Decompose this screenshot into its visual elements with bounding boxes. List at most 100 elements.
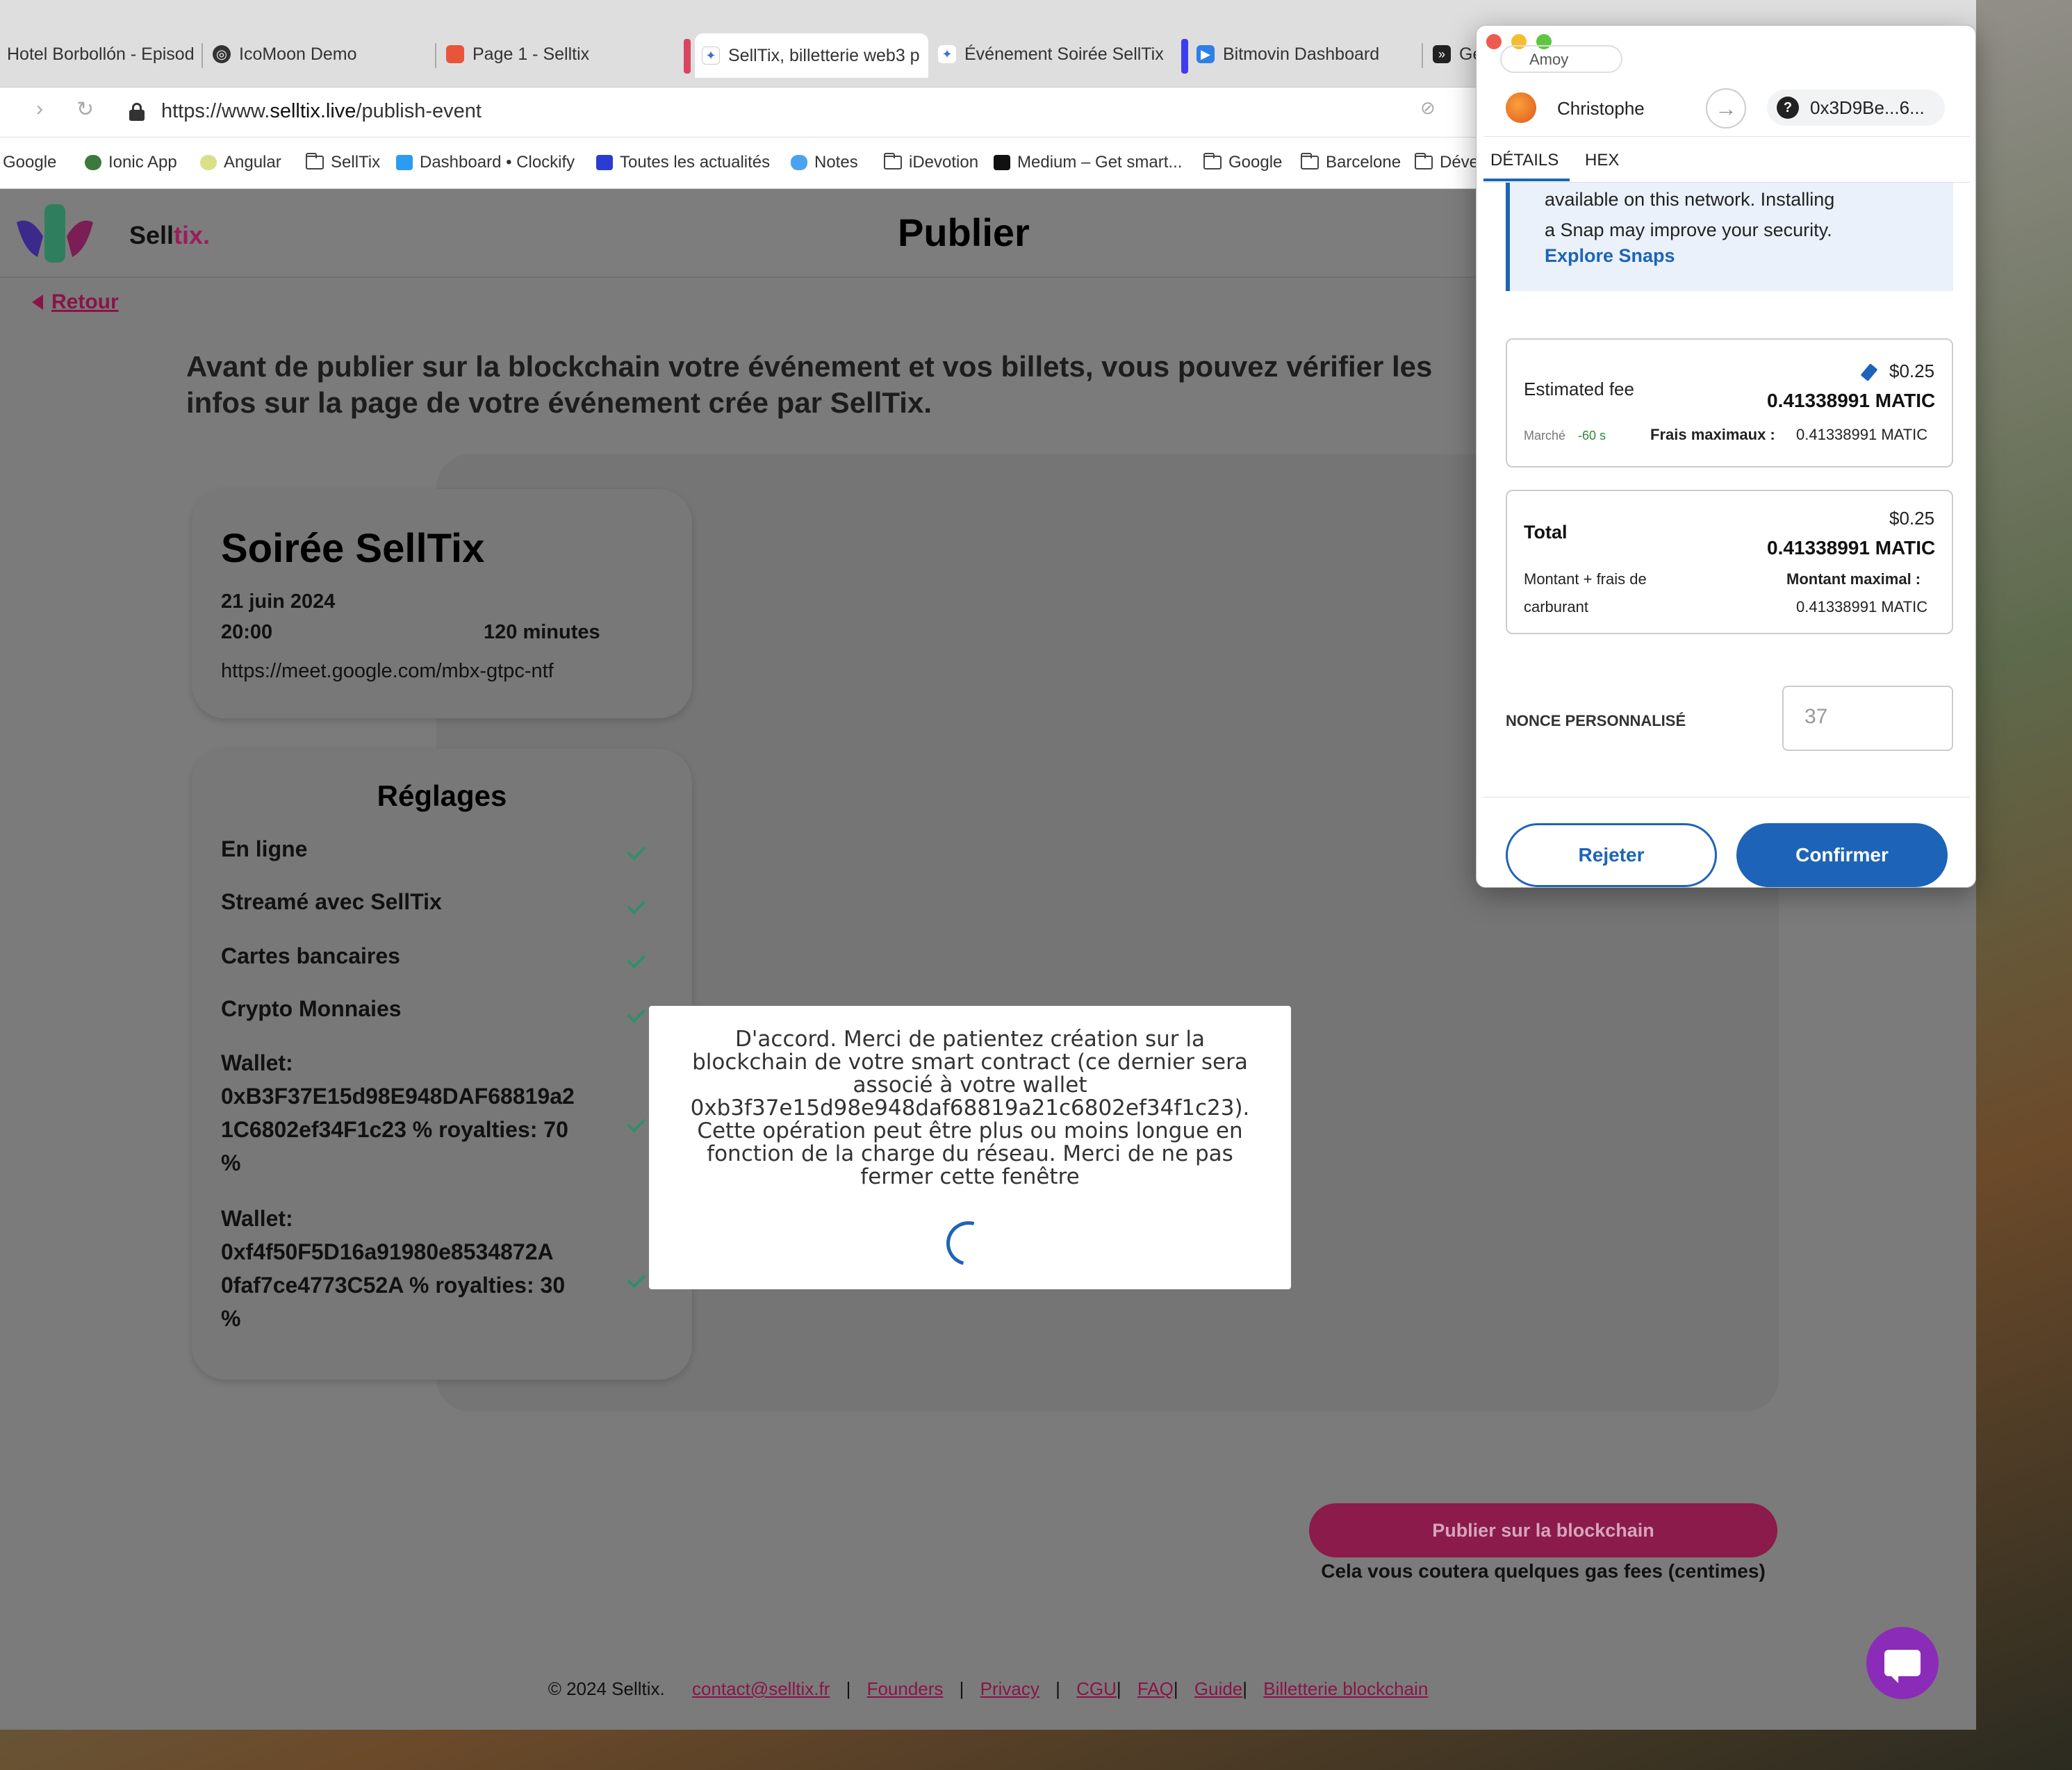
tab-selltix-active[interactable]: ✦ SellTix, billetterie web3 p	[695, 33, 928, 78]
footer-founders-link[interactable]: Founders	[867, 1678, 944, 1699]
bookmark-label: Barcelone	[1326, 153, 1401, 172]
question-icon: ?	[1777, 97, 1799, 119]
wallet-label: Wallet:	[221, 1206, 293, 1231]
chat-button[interactable]	[1866, 1627, 1939, 1699]
tab-details[interactable]: DÉTAILS	[1490, 151, 1559, 170]
bookmark-google-folder[interactable]: Google	[1203, 153, 1282, 172]
nonce-label: NONCE PERSONNALISÉ	[1506, 712, 1686, 729]
tab-group-marker	[1181, 39, 1188, 74]
footer-guide-link[interactable]: Guide	[1194, 1678, 1242, 1699]
event-title: Soirée SellTix	[221, 526, 485, 571]
reload-icon[interactable]: ↻	[76, 97, 94, 122]
tab-title: SellTix, billetterie web3 p	[728, 45, 920, 65]
destination-address[interactable]: ? 0x3D9Be...6...	[1767, 90, 1945, 126]
bookmark-label: Notes	[814, 153, 858, 172]
tab-figma[interactable]: Page 1 - Selltix	[439, 31, 675, 78]
modal-line: Cette opération peut être plus ou moins …	[697, 1118, 1243, 1143]
tab-title: Bitmovin Dashboard	[1223, 44, 1380, 64]
bookmark-medium[interactable]: Medium – Get smart...	[994, 153, 1182, 172]
back-link[interactable]: Retour	[32, 290, 119, 314]
bookmark-clockify[interactable]: Dashboard • Clockify	[396, 153, 575, 172]
wallet-percent: %	[221, 1306, 241, 1331]
bookmark-selltix[interactable]: SellTix	[306, 153, 380, 172]
publish-blockchain-button[interactable]: Publier sur la blockchain	[1309, 1503, 1777, 1557]
max-amount-value: 0.41338991 MATIC	[1796, 598, 1928, 615]
footer-cgu-link[interactable]: CGU	[1076, 1678, 1117, 1699]
bookmark-ionic[interactable]: Ionic App	[85, 153, 177, 172]
lock-icon[interactable]	[129, 103, 145, 121]
bookmark-idevotion[interactable]: iDevotion	[884, 153, 978, 172]
edit-fee-icon[interactable]	[1860, 363, 1878, 381]
bookmark-actualites[interactable]: Toutes les actualités	[596, 153, 770, 172]
bookmark-google[interactable]: Google	[3, 153, 56, 172]
chevrons-icon: »	[1433, 45, 1451, 63]
bookmark-angular[interactable]: Angular	[200, 153, 281, 172]
market-time: -60 s	[1578, 429, 1606, 443]
total-label: Total	[1524, 522, 1568, 543]
wallet-address-royalties: 0faf7ce4773C52A % royalties: 30	[221, 1273, 566, 1298]
bookmark-label: Ionic App	[108, 153, 177, 172]
zoom-icon[interactable]: ⊘	[1420, 97, 1436, 119]
tab-group-marker	[684, 39, 691, 74]
max-amount-label: Montant maximal :	[1786, 570, 1921, 588]
close-window-icon[interactable]	[1486, 34, 1502, 49]
check-icon	[627, 895, 646, 915]
tab-hex[interactable]: HEX	[1585, 151, 1619, 170]
tab-title: Page 1 - Selltix	[472, 44, 590, 64]
page-title: Publier	[898, 210, 1030, 254]
tab-icomoon[interactable]: ◎ IcoMoon Demo	[206, 31, 428, 78]
url-path: /publish-event	[356, 100, 482, 122]
bookmark-barcelone[interactable]: Barcelone	[1301, 153, 1401, 172]
footer-privacy-link[interactable]: Privacy	[980, 1678, 1039, 1699]
tab-hotel[interactable]: Hotel Borbollón - Episod	[0, 31, 199, 78]
bookmark-notes[interactable]: Notes	[791, 153, 858, 172]
bookmark-deve[interactable]: Déve	[1415, 153, 1479, 172]
folder-icon	[1415, 153, 1433, 169]
bookmark-label: Google	[3, 153, 57, 172]
confirm-button[interactable]: Confirmer	[1736, 823, 1948, 887]
wallet-percent: %	[221, 1150, 241, 1175]
intro-text: Avant de publier sur la blockchain votre…	[186, 350, 1433, 419]
angular-icon	[200, 155, 217, 170]
explore-snaps-link[interactable]: Explore Snaps	[1545, 245, 1675, 267]
snap-line: a Snap may improve your security.	[1545, 220, 1832, 240]
footer-faq-link[interactable]: FAQ	[1137, 1678, 1174, 1699]
waiting-modal: D'accord. Merci de patientez création su…	[649, 1006, 1291, 1289]
modal-line: blockchain de votre smart contract (ce d…	[692, 1050, 1248, 1075]
setting-cards: Cartes bancaires	[221, 943, 400, 968]
forward-icon[interactable]: ›	[36, 97, 43, 121]
selltix-favicon-icon: ✦	[702, 47, 720, 65]
folder-icon	[1301, 153, 1319, 169]
footer-billetterie-link[interactable]: Billetterie blockchain	[1263, 1678, 1428, 1699]
event-card: Soirée SellTix 21 juin 2024 20:00 120 mi…	[192, 489, 692, 718]
folder-icon	[306, 153, 324, 169]
folder-icon	[884, 153, 902, 169]
fee-label: Estimated fee	[1524, 379, 1634, 399]
back-label: Retour	[51, 290, 119, 313]
url-prefix: https://www.	[161, 100, 270, 122]
url-field[interactable]: https://www.selltix.live/publish-event	[161, 100, 482, 123]
wallet-address-part: 0xB3F37E15d98E948DAF68819a2	[221, 1084, 575, 1109]
news-icon	[596, 155, 613, 170]
nonce-input[interactable]: 37	[1782, 686, 1953, 751]
metamask-content: Amoy Christophe → ? 0x3D9Be...6... DÉTAIL…	[1483, 45, 1970, 887]
brand-name[interactable]: Selltix.	[129, 221, 210, 250]
event-link[interactable]: https://meet.google.com/mbx-gtpc-ntf	[221, 660, 554, 683]
max-fee-value: 0.41338991 MATIC	[1796, 426, 1928, 443]
total-usd: $0.25	[1889, 508, 1935, 529]
modal-line: fermer cette fenêtre	[860, 1164, 1080, 1189]
tab-other[interactable]: » Ge	[1426, 31, 1481, 78]
chat-icon	[1884, 1650, 1921, 1683]
bookmark-label: Dashboard • Clockify	[420, 153, 575, 172]
reject-button[interactable]: Rejeter	[1506, 823, 1717, 887]
bookmark-label: Google	[1228, 153, 1283, 172]
ionic-icon	[85, 155, 101, 170]
brand-accent: tix.	[174, 221, 211, 249]
footer-contact-link[interactable]: contact@selltix.fr	[692, 1678, 830, 1699]
total-box: Total $0.25 0.41338991 MATIC Montant + f…	[1506, 490, 1953, 634]
tab-bitmovin[interactable]: ▶ Bitmovin Dashboard	[1190, 31, 1419, 78]
network-pill[interactable]: Amoy	[1500, 45, 1622, 73]
amount-label-line2: carburant	[1524, 598, 1588, 615]
wallet-address-royalties: 1C6802ef34F1c23 % royalties: 70	[221, 1117, 568, 1142]
tab-evenement[interactable]: ✦ Événement Soirée SellTix	[931, 31, 1165, 78]
